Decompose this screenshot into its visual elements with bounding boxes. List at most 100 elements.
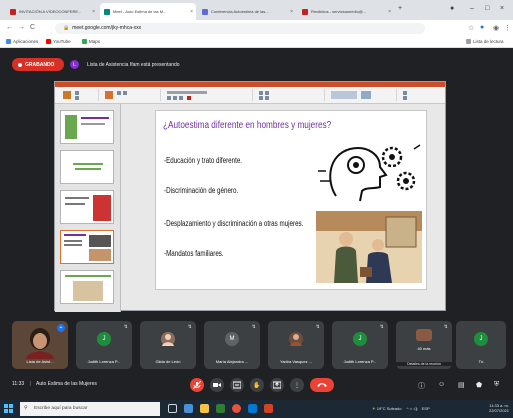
- weather-widget[interactable]: ☀ 19°C Soleado ^ ⌂ ◁) ESP: [372, 406, 430, 411]
- close-icon[interactable]: ×: [190, 9, 193, 15]
- mic-off-icon: ↯: [443, 324, 448, 330]
- bookmark-maps[interactable]: Maps: [82, 39, 100, 44]
- hang-up-icon: [317, 383, 327, 387]
- clock[interactable]: 11:33 a. m. 22/07/2021: [489, 403, 509, 413]
- tab-meet[interactable]: Meet - Auto Estima de las M... ×: [100, 3, 196, 20]
- host-controls-icon[interactable]: ⛨: [494, 381, 499, 389]
- slide-bullet: -Desplazamiento y discriminación a otras…: [164, 219, 304, 228]
- mic-toggle-button[interactable]: [190, 378, 204, 392]
- bookmark-apps[interactable]: Aplicaciones: [6, 39, 38, 44]
- captions-icon: [233, 381, 241, 389]
- address-bar-row: ← → C 🔒 meet.google.com/jky-mhca-xxx ☆ ● …: [0, 20, 513, 37]
- self-tile[interactable]: J Tú: [456, 321, 506, 369]
- search-icon: ⚲: [24, 406, 28, 411]
- participant-name: María Alejandra ...: [215, 359, 249, 364]
- slide-bullet: -Mandatos familiares.: [164, 249, 224, 258]
- meet-icon: [104, 8, 110, 15]
- participant-name: Lista de Asist...: [26, 359, 54, 364]
- presenter-avatar: L: [70, 60, 79, 69]
- gmail-icon: [10, 8, 16, 15]
- slide-thumbnail[interactable]: [60, 110, 114, 144]
- thumb-text: [65, 197, 89, 199]
- font-box: [167, 91, 207, 94]
- slide-thumbnail[interactable]: [60, 190, 114, 224]
- close-icon[interactable]: ×: [92, 9, 95, 15]
- extension-icon[interactable]: ●: [480, 24, 484, 31]
- tab-recibidos[interactable]: Recibidos - servicioamedio@... ×: [298, 3, 394, 20]
- powerpoint-icon[interactable]: [264, 404, 273, 413]
- participant-tile[interactable]: ↯ J Judith Lorenza P...: [76, 321, 132, 369]
- tab-label: Conferencia Autoestima de las...: [211, 9, 269, 14]
- info-icon[interactable]: ⓘ: [418, 381, 425, 391]
- participant-tile[interactable]: ↯ Yadira Vasquez ...: [268, 321, 324, 369]
- thumb-text: [65, 275, 111, 277]
- taskbar-app-icon[interactable]: [184, 404, 193, 413]
- thumb-text: [65, 203, 85, 205]
- maps-icon: [82, 39, 87, 44]
- more-options-button[interactable]: ⋮: [290, 378, 304, 392]
- url-text: meet.google.com/jky-mhca-xxx: [72, 25, 142, 31]
- edge-icon[interactable]: [248, 404, 257, 413]
- thumb-image: [73, 281, 103, 301]
- raise-hand-button[interactable]: ✋: [250, 378, 264, 392]
- activities-icon[interactable]: ⬟: [476, 381, 482, 389]
- pin-icon[interactable]: +: [57, 324, 65, 332]
- taskbar-search[interactable]: ⚲ Escribe aquí para buscar: [20, 402, 160, 416]
- language-indicator: ESP: [421, 406, 430, 411]
- clipart-head-gears: [316, 141, 422, 203]
- tab-conferencia[interactable]: Conferencia Autoestima de las... ×: [198, 3, 296, 20]
- camera-toggle-button[interactable]: [210, 378, 224, 392]
- participant-video-icon: [26, 328, 54, 359]
- present-icon: [273, 381, 281, 389]
- participant-tile[interactable]: ↯ M María Alejandra ...: [204, 321, 260, 369]
- participant-tile[interactable]: ↯ Gilda de León: [140, 321, 196, 369]
- account-icon[interactable]: ◉: [493, 24, 499, 32]
- captions-button[interactable]: [230, 378, 244, 392]
- meet-stage: GRABANDO L Lista de Asistencia Ifam está…: [0, 48, 513, 400]
- participant-tile[interactable]: + Lista de Asist...: [12, 321, 68, 369]
- chrome-icon[interactable]: [232, 404, 241, 413]
- participant-tile[interactable]: ↯ J Judith Lorenza P...: [332, 321, 388, 369]
- close-icon[interactable]: ×: [388, 9, 391, 15]
- reading-list[interactable]: Lista de lectura: [466, 39, 504, 44]
- star-icon[interactable]: ☆: [468, 24, 474, 32]
- file-explorer-icon[interactable]: [200, 404, 209, 413]
- mic-off-icon: ↯: [315, 324, 320, 330]
- layout-icon: [117, 91, 121, 95]
- url-field[interactable]: 🔒 meet.google.com/jky-mhca-xxx: [55, 23, 425, 34]
- slide-thumbnail[interactable]: [60, 270, 114, 304]
- task-view-icon[interactable]: [168, 404, 177, 413]
- bookmark-youtube[interactable]: YouTube: [46, 39, 71, 44]
- forward-icon[interactable]: →: [18, 24, 25, 31]
- italic-icon: [173, 96, 177, 100]
- thumb-text: [81, 117, 109, 119]
- window-close-icon[interactable]: ×: [500, 5, 504, 12]
- profile-dot-icon[interactable]: ●: [450, 5, 454, 12]
- arrange-icon: [361, 91, 371, 99]
- minimize-icon[interactable]: –: [470, 5, 474, 12]
- meeting-info: 11:33 | Auto Estima de las Mujeres: [12, 381, 97, 387]
- maximize-icon[interactable]: □: [485, 5, 489, 12]
- slide-thumbnail-selected[interactable]: [60, 230, 114, 264]
- people-icon[interactable]: ☺: [438, 381, 445, 388]
- bullets-icon: [259, 91, 263, 95]
- reload-icon[interactable]: C: [30, 24, 35, 31]
- avatar: J: [97, 332, 111, 346]
- new-tab-icon[interactable]: +: [398, 5, 402, 12]
- chat-icon[interactable]: ▤: [458, 381, 465, 389]
- more-participants-tile[interactable]: ↯ 40 más Detalles de la reunión: [396, 321, 452, 369]
- back-icon[interactable]: ←: [6, 24, 13, 31]
- mic-off-icon: ↯: [187, 324, 192, 330]
- separator: |: [29, 381, 31, 387]
- windows-start-icon[interactable]: [4, 404, 13, 413]
- current-slide: ¿Autoestima diferente en hombres y mujer…: [155, 110, 427, 290]
- tab-invitacion[interactable]: INVITACIÓN A VIDEOCONFERE... ×: [6, 3, 98, 20]
- taskbar-app-icon[interactable]: [216, 404, 225, 413]
- slide-thumbnail[interactable]: [60, 150, 114, 184]
- menu-icon[interactable]: ⋮: [504, 24, 511, 32]
- present-button[interactable]: [270, 378, 284, 392]
- leave-call-button[interactable]: [310, 378, 334, 392]
- tab-label: INVITACIÓN A VIDEOCONFERE...: [19, 9, 82, 14]
- close-icon[interactable]: ×: [290, 9, 293, 15]
- shared-screen: ¿Autoestima diferente en hombres y mujer…: [54, 81, 446, 312]
